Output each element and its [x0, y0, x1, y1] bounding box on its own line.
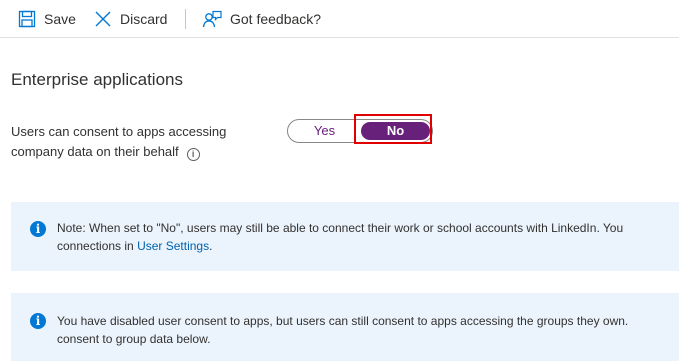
banner-text: Note: When set to "No", users may still …: [57, 219, 679, 255]
discard-label: Discard: [120, 10, 168, 27]
info-icon[interactable]: i: [186, 148, 200, 161]
banner-line1: Note: When set to "No", users may still …: [57, 221, 624, 235]
save-button[interactable]: Save: [18, 0, 76, 37]
consent-disabled-banner: i You have disabled user consent to apps…: [11, 293, 679, 361]
toolbar-divider: [185, 9, 186, 29]
save-icon: [18, 10, 36, 28]
setting-label-line1: Users can consent to apps accessing: [11, 124, 227, 139]
save-label: Save: [44, 10, 76, 27]
toggle-no-option[interactable]: No: [361, 122, 430, 140]
banner-line1: You have disabled user consent to apps, …: [57, 314, 629, 328]
user-consent-toggle: Yes No: [287, 119, 433, 143]
banner-line2-prefix: connections in: [57, 239, 138, 253]
banner-line2: consent to group data below.: [57, 332, 211, 346]
setting-label-line2: company data on their behalf: [11, 144, 179, 159]
discard-button[interactable]: Discard: [94, 0, 167, 37]
close-icon: [94, 10, 112, 28]
section-title: Enterprise applications: [11, 70, 183, 89]
user-settings-link[interactable]: User Settings: [137, 239, 209, 253]
feedback-button[interactable]: Got feedback?: [202, 0, 321, 37]
toggle-yes-option[interactable]: Yes: [288, 120, 361, 142]
user-consent-setting-label: Users can consent to apps accessing comp…: [11, 122, 271, 162]
feedback-label: Got feedback?: [230, 10, 322, 27]
info-icon: i: [30, 221, 46, 237]
linkedin-note-banner: i Note: When set to "No", users may stil…: [11, 202, 679, 271]
feedback-icon: [202, 10, 222, 28]
banner-line2-suffix: .: [209, 239, 213, 253]
banner-text: You have disabled user consent to apps, …: [57, 312, 679, 348]
command-bar: Save Discard Got feedback?: [0, 0, 679, 38]
info-icon: i: [30, 313, 46, 329]
